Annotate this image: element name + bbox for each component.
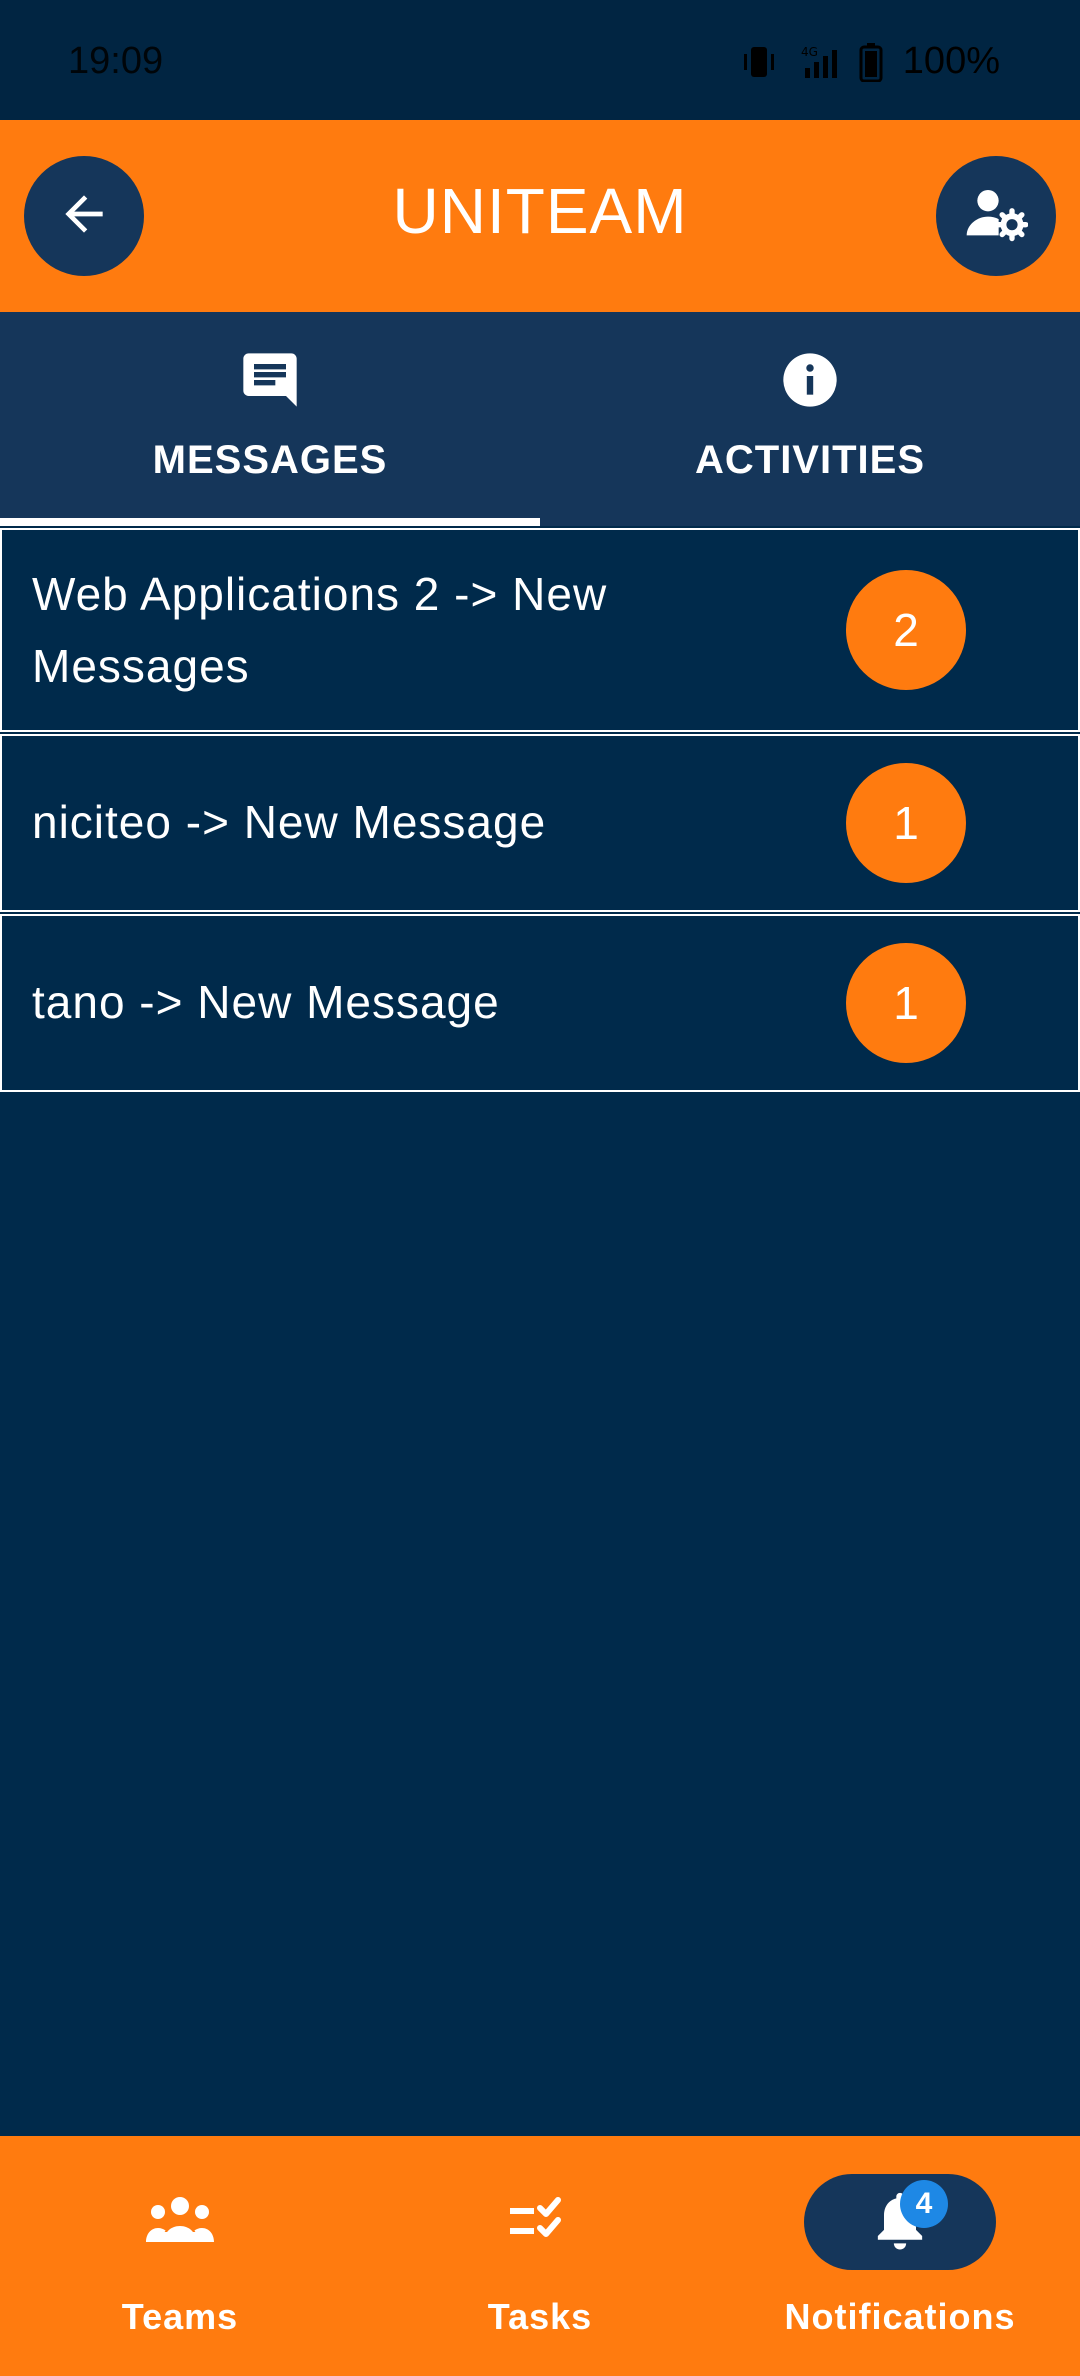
battery-percent: 100%: [902, 40, 1000, 82]
tab-activities-label: ACTIVITIES: [694, 438, 926, 482]
bottom-nav: Teams Tasks 4 Notifications: [0, 2136, 1080, 2376]
tab-messages[interactable]: MESSAGES: [0, 312, 540, 526]
tab-selected-indicator: [0, 518, 540, 526]
list-item-text: tano -> New Message: [32, 976, 500, 1028]
signal-icon: 4G: [799, 42, 839, 82]
tab-bar: MESSAGES ACTIVITIES: [0, 312, 1080, 526]
nav-selected-pill: 4: [804, 2174, 996, 2270]
nav-notifications[interactable]: 4 Notifications: [720, 2136, 1080, 2376]
battery-icon: [859, 42, 883, 82]
list-item[interactable]: Web Applications 2 -> New Messages 2: [0, 528, 1080, 732]
count-badge: 1: [846, 943, 966, 1063]
nav-notifications-label: Notifications: [784, 2296, 1016, 2337]
user-settings-icon: [964, 182, 1029, 251]
list-item[interactable]: niciteo -> New Message 1: [0, 734, 1080, 912]
list-item-text: Web Applications 2 -> New Messages: [32, 568, 608, 692]
nav-teams[interactable]: Teams: [0, 2136, 360, 2376]
user-settings-button[interactable]: [936, 156, 1056, 276]
status-time: 19:09: [68, 40, 164, 82]
app-bar: UNITEAM: [0, 120, 1080, 312]
app-title: UNITEAM: [392, 175, 688, 247]
notification-count-badge: 4: [900, 2180, 948, 2228]
count-badge: 2: [846, 570, 966, 690]
list-item-text: niciteo -> New Message: [32, 796, 547, 848]
tab-messages-label: MESSAGES: [152, 438, 388, 482]
status-bar: 19:09 4G 100%: [0, 0, 1080, 120]
list-item[interactable]: tano -> New Message 1: [0, 914, 1080, 1092]
count-badge: 1: [846, 763, 966, 883]
tab-activities[interactable]: ACTIVITIES: [540, 312, 1080, 526]
svg-text:4G: 4G: [801, 45, 818, 59]
status-icons: 4G 100%: [739, 40, 1000, 83]
info-icon: [778, 348, 842, 417]
notification-list: Web Applications 2 -> New Messages 2 nic…: [0, 528, 1080, 1094]
nav-teams-label: Teams: [121, 2296, 239, 2337]
tasks-icon: [508, 2192, 572, 2253]
nav-tasks-label: Tasks: [487, 2296, 593, 2337]
vibrate-icon: [739, 42, 779, 82]
teams-icon: [144, 2190, 216, 2255]
message-icon: [238, 348, 302, 417]
nav-tasks[interactable]: Tasks: [360, 2136, 720, 2376]
